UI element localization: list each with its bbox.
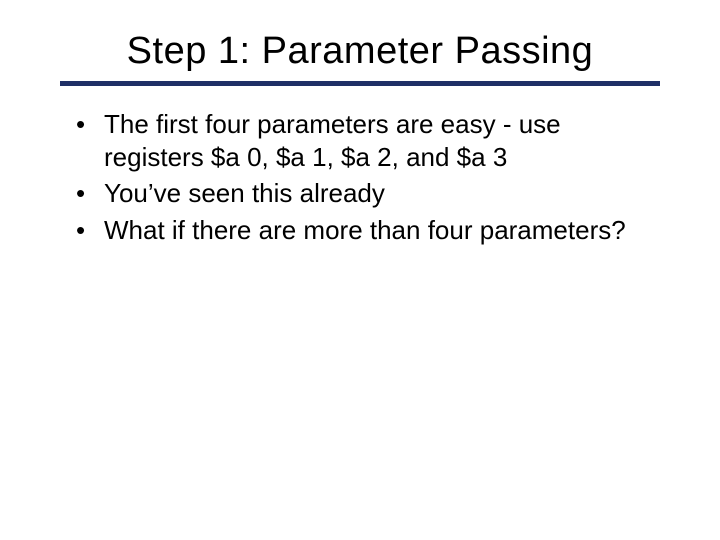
bullet-item: The first four parameters are easy - use…: [70, 108, 660, 173]
bullet-list: The first four parameters are easy - use…: [70, 108, 660, 246]
title-underline: [60, 81, 660, 86]
bullet-item: What if there are more than four paramet…: [70, 214, 660, 247]
slide: Step 1: Parameter Passing The first four…: [0, 0, 720, 540]
slide-title: Step 1: Parameter Passing: [60, 30, 660, 73]
bullet-item: You’ve seen this already: [70, 177, 660, 210]
